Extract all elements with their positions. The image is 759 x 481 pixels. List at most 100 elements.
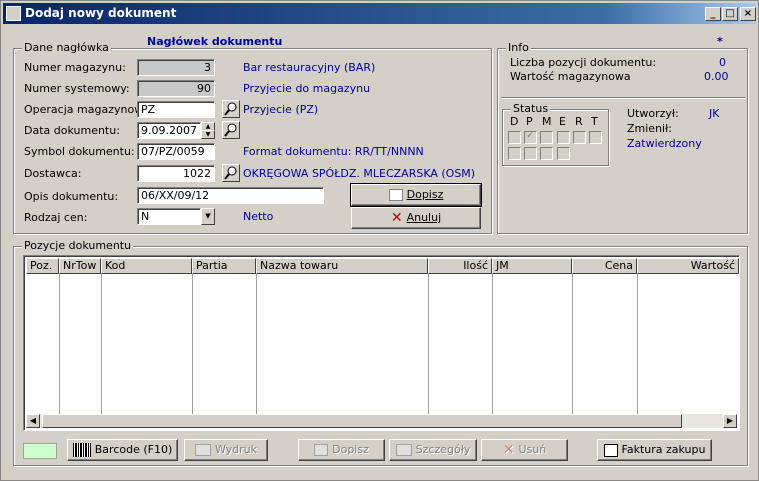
anuluj-button-label: Anuluj (406, 211, 442, 224)
dopisz-button[interactable]: Dopisz (350, 183, 482, 207)
systemowy-field: 90 (137, 80, 215, 97)
section-title: Nagłówek dokumentu (147, 35, 283, 48)
col-divider (59, 274, 60, 414)
status-check-d (508, 131, 521, 144)
status-legend: Status (511, 102, 551, 115)
usun-button[interactable]: ✕ Usuń (481, 439, 568, 461)
opis-label: Opis dokumentu: (24, 190, 119, 203)
dostawca-input[interactable]: 1022 (137, 165, 215, 182)
invoice-icon (603, 443, 618, 457)
col-header-wartosc[interactable]: Wartość (637, 258, 739, 274)
col-header-jm[interactable]: JM (492, 258, 572, 274)
col-header-cena[interactable]: Cena (572, 258, 637, 274)
systemowy-desc: Przyjecie do magazynu (243, 82, 371, 95)
col-header-nazwa[interactable]: Nazwa towaru (256, 258, 428, 274)
magazyn-desc: Bar restauracyjny (BAR) (243, 61, 376, 74)
date-down-arrow-icon[interactable]: ▼ (201, 130, 215, 139)
rodzaj-label: Rodzaj cen: (24, 211, 88, 224)
dopisz-item-button-label: Dopisz (332, 443, 369, 456)
cancel-x-icon: ✕ (390, 210, 403, 226)
utworzyl-value: JK (709, 107, 720, 120)
utworzyl-label: Utworzył: (627, 107, 679, 120)
document-state: Zatwierdzony (627, 137, 702, 150)
dostawca-desc: OKRĘGOWA SPÓŁDZ. MLECZARSKA (OSM) (243, 167, 476, 180)
dopisz-item-button[interactable]: Dopisz (298, 439, 385, 461)
horizontal-scrollbar[interactable]: ◀ ▶ (26, 414, 737, 428)
opis-input[interactable]: 06/XX/09/12 (137, 187, 324, 204)
window-title: Dodaj nowy dokument (25, 6, 177, 20)
magazyn-field: 3 (137, 59, 215, 76)
operacja-search-button[interactable] (222, 100, 240, 118)
wydruk-button[interactable]: Wydruk (184, 439, 268, 461)
scroll-left-icon[interactable]: ◀ (26, 414, 40, 428)
barcode-button[interactable]: Barcode (F10) (67, 439, 178, 461)
printer-icon (194, 444, 211, 456)
date-spinner[interactable]: ▲ ▼ (201, 122, 215, 139)
info-divider (501, 97, 745, 98)
doc-icon (314, 444, 329, 456)
status-letter-e: E (559, 115, 566, 128)
wartosc-label: Wartość magazynowa (510, 70, 631, 83)
operacja-desc: Przyjecie (PZ) (243, 103, 319, 116)
data-input[interactable]: 9.09.2007 (137, 122, 201, 139)
magnifier-icon (224, 102, 237, 116)
header-group-legend: Dane nagłówka (22, 41, 111, 54)
wydruk-button-label: Wydruk (214, 443, 258, 456)
title-bar[interactable]: Dodaj nowy dokument _ □ × (3, 3, 756, 24)
col-header-nrtow[interactable]: NrTow (59, 258, 101, 274)
liczba-value: 0 (719, 56, 726, 69)
status-check-p (524, 130, 537, 144)
status-swatch (23, 443, 57, 459)
delete-x-icon: ✕ (502, 442, 515, 458)
symbol-input[interactable]: 07/PZ/0059 (137, 143, 215, 160)
systemowy-label: Numer systemowy: (24, 82, 130, 95)
chevron-down-icon[interactable]: ▼ (201, 208, 215, 225)
minimize-button[interactable]: _ (705, 7, 721, 21)
col-header-poz[interactable]: Poz. (26, 258, 59, 274)
status-check-2-d (508, 147, 521, 160)
status-letter-r: R (575, 115, 583, 128)
faktura-zakupu-button[interactable]: Faktura zakupu (597, 439, 712, 461)
faktura-zakupu-button-label: Faktura zakupu (621, 443, 706, 456)
col-divider (256, 274, 257, 414)
col-header-kod[interactable]: Kod (101, 258, 192, 274)
details-icon (395, 444, 412, 456)
status-check-e (557, 131, 570, 144)
symbol-desc: Format dokumentu: RR/TT/NNNN (243, 145, 424, 158)
status-check-m (540, 131, 553, 144)
app-icon (6, 6, 21, 21)
data-label: Data dokumentu: (24, 124, 120, 137)
operacja-input[interactable]: PZ (137, 101, 215, 118)
scroll-right-icon[interactable]: ▶ (723, 414, 737, 428)
doc-icon (388, 189, 403, 201)
scroll-thumb[interactable] (42, 414, 682, 428)
info-group-legend: Info (506, 41, 531, 54)
col-header-partia[interactable]: Partia (192, 258, 256, 274)
modified-marker: * (717, 35, 723, 48)
status-letter-d: D (510, 115, 519, 128)
col-divider (428, 274, 429, 414)
usun-button-label: Usuń (518, 443, 547, 456)
anuluj-button[interactable]: ✕ Anuluj (351, 207, 481, 229)
table-header: Poz. NrTow Kod Partia Nazwa towaru Ilość… (26, 258, 739, 274)
szczegoly-button-label: Szczegóły (415, 443, 471, 456)
col-header-ilosc[interactable]: Ilość (428, 258, 492, 274)
status-check-2-m (540, 147, 553, 160)
maximize-button[interactable]: □ (722, 7, 738, 21)
magnifier-icon (224, 166, 237, 180)
liczba-label: Liczba pozycji dokumentu: (510, 56, 657, 69)
dostawca-search-button[interactable] (222, 164, 240, 182)
data-search-button[interactable] (222, 121, 240, 139)
col-divider (637, 274, 638, 414)
rodzaj-select[interactable]: N (137, 208, 201, 225)
symbol-label: Symbol dokumentu: (24, 145, 135, 158)
items-group-legend: Pozycje dokumentu (22, 239, 134, 252)
dostawca-label: Dostawca: (24, 167, 82, 180)
items-table[interactable]: Poz. NrTow Kod Partia Nazwa towaru Ilość… (23, 255, 740, 431)
dialog-window: Dodaj nowy dokument _ □ × Dane nagłówka … (0, 0, 759, 481)
status-letter-p: P (526, 115, 533, 128)
barcode-button-label: Barcode (F10) (94, 443, 173, 456)
close-button[interactable]: × (740, 7, 756, 21)
operacja-label: Operacja magazynowa: (24, 103, 154, 116)
szczegoly-button[interactable]: Szczegóły (389, 439, 477, 461)
